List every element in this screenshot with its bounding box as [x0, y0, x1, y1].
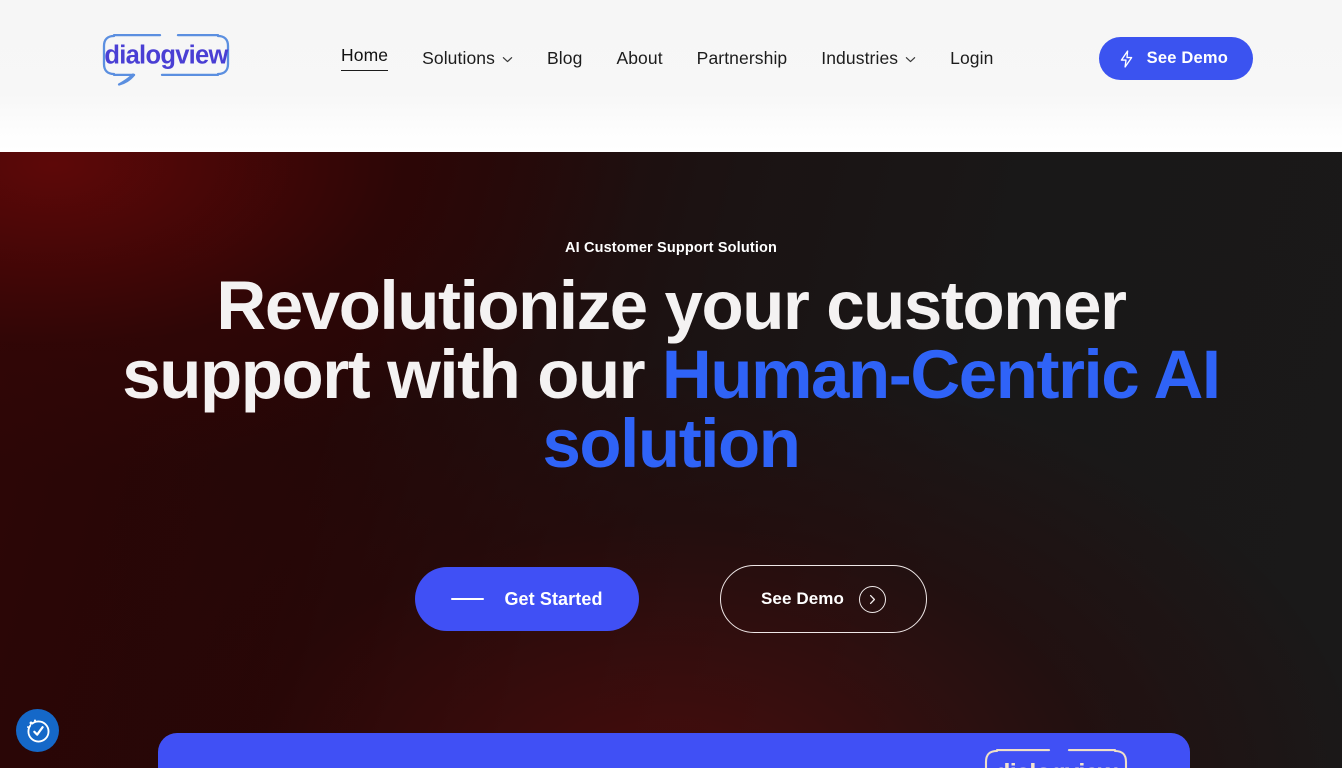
- nav-item-about[interactable]: About: [599, 42, 679, 74]
- hero-section: AI Customer Support Solution Revolutioni…: [0, 152, 1342, 768]
- chevron-down-icon: [502, 54, 513, 65]
- site-header: dialogview Home Solutions Blog About Par…: [0, 0, 1342, 152]
- header-see-demo-button[interactable]: See Demo: [1098, 37, 1253, 80]
- get-started-button[interactable]: Get Started: [415, 567, 639, 631]
- nav-item-partnership[interactable]: Partnership: [680, 42, 805, 74]
- nav-item-about-label: About: [616, 47, 663, 68]
- accessibility-check-icon: [27, 719, 50, 743]
- hero-see-demo-label: See Demo: [760, 589, 844, 608]
- page-root: dialogview Home Solutions Blog About Par…: [0, 0, 1342, 768]
- svg-text:dialogview: dialogview: [104, 42, 228, 70]
- main-navigation: Home Solutions Blog About Partnership In…: [341, 42, 1010, 74]
- promo-panel[interactable]: dialogview: [158, 733, 1190, 768]
- dash-icon: [451, 598, 485, 600]
- nav-item-blog[interactable]: Blog: [530, 42, 599, 74]
- nav-item-home-label: Home: [341, 45, 389, 71]
- hero-headline: Revolutionize your customer support with…: [0, 271, 1342, 478]
- nav-item-industries[interactable]: Industries: [804, 42, 933, 74]
- promo-panel-logo: dialogview: [981, 745, 1131, 768]
- hero-see-demo-button[interactable]: See Demo: [720, 565, 927, 633]
- hero-eyebrow: AI Customer Support Solution: [564, 240, 778, 256]
- header-inner: dialogview Home Solutions Blog About Par…: [0, 0, 1342, 118]
- hero-action-group: Get Started See Demo: [0, 565, 1342, 633]
- nav-item-blog-label: Blog: [547, 47, 583, 68]
- arrow-right-circle-icon: [859, 585, 886, 613]
- brand-logo[interactable]: dialogview: [100, 30, 232, 88]
- header-see-demo-label: See Demo: [1146, 49, 1228, 67]
- hero-content: AI Customer Support Solution Revolutioni…: [0, 152, 1342, 478]
- nav-item-solutions[interactable]: Solutions: [405, 42, 530, 74]
- nav-item-industries-label: Industries: [821, 47, 899, 68]
- lightning-bolt-icon: [1119, 49, 1134, 68]
- svg-text:dialogview: dialogview: [995, 759, 1118, 768]
- nav-item-login-label: Login: [950, 47, 994, 68]
- nav-item-login[interactable]: Login: [933, 42, 1010, 74]
- chevron-down-icon: [905, 54, 916, 65]
- accessibility-widget-button[interactable]: [16, 709, 59, 752]
- nav-item-solutions-label: Solutions: [422, 47, 495, 68]
- get-started-label: Get Started: [504, 588, 603, 609]
- nav-item-partnership-label: Partnership: [696, 47, 788, 68]
- nav-item-home[interactable]: Home: [341, 42, 405, 74]
